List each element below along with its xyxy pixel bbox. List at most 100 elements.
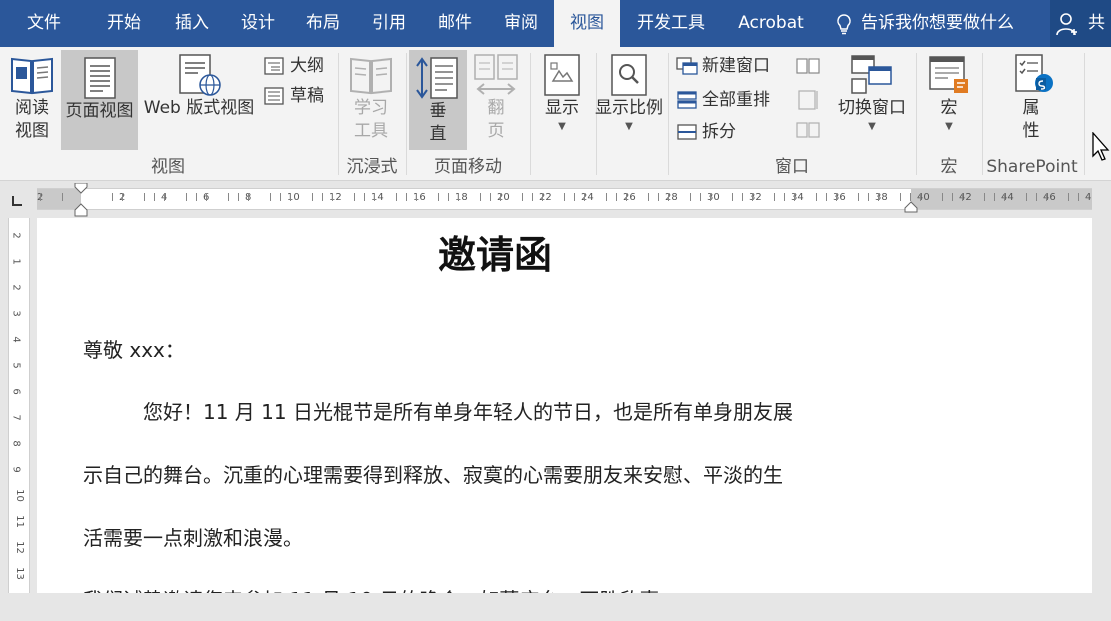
show-button[interactable]: 显示 ▼ xyxy=(534,53,590,153)
ruler-tick-label: 4 xyxy=(10,336,22,343)
ruler-tick-label: 12 xyxy=(13,541,25,554)
vertical-ruler[interactable]: 2 1 2 3 4 5 6 7 8 9 10 11 12 13 xyxy=(8,218,30,593)
tab-file[interactable]: 文件 xyxy=(8,0,80,47)
web-layout-button[interactable]: Web 版式视图 xyxy=(140,53,258,153)
right-indent-marker-icon[interactable] xyxy=(904,201,918,213)
draft-button[interactable]: 草稿 xyxy=(264,83,334,109)
ruler-minor-tick xyxy=(648,193,649,201)
ruler-minor-tick xyxy=(900,193,901,201)
ruler-minor-tick xyxy=(458,193,459,201)
document-title: 邀请函 xyxy=(437,233,552,277)
ruler-minor-tick xyxy=(40,193,41,201)
ruler-minor-tick xyxy=(542,193,543,201)
outline-button[interactable]: 大纲 xyxy=(264,53,334,79)
ruler-minor-tick xyxy=(480,193,481,201)
arrange-all-icon xyxy=(677,91,697,109)
side-to-side-label-1: 翻 xyxy=(487,98,505,118)
tab-developer[interactable]: 开发工具 xyxy=(626,0,716,47)
split-label: 拆分 xyxy=(702,122,736,142)
ruler-minor-tick xyxy=(500,193,501,201)
print-layout-icon xyxy=(83,57,116,99)
outline-icon xyxy=(264,57,284,75)
page-movement-group-label: 页面移动 xyxy=(434,157,502,177)
ruler-minor-tick xyxy=(710,193,711,201)
tell-me-search[interactable]: 告诉我你想要做什么 xyxy=(833,0,1014,47)
ruler-tick-label: 26 xyxy=(623,192,636,203)
print-layout-button[interactable]: 页面视图 xyxy=(61,50,138,150)
window-group-label: 窗口 xyxy=(775,157,809,177)
ruler-minor-tick xyxy=(186,193,187,201)
split-button[interactable]: 拆分 xyxy=(676,119,786,145)
ruler-tick-label: 2 xyxy=(10,284,22,291)
ruler-minor-tick xyxy=(858,193,859,201)
person-add-icon xyxy=(1056,13,1077,36)
ruler-minor-tick xyxy=(312,193,313,201)
vertical-scrollbar[interactable] xyxy=(1092,182,1111,593)
window-side-icons xyxy=(794,57,822,147)
macros-group-label: 宏 xyxy=(940,157,958,177)
ruler-minor-tick xyxy=(416,193,417,201)
sharepoint-properties-icon xyxy=(1015,54,1053,92)
tab-references[interactable]: 引用 xyxy=(357,0,421,47)
ruler-minor-tick xyxy=(984,193,985,201)
tab-design[interactable]: 设计 xyxy=(226,0,290,47)
new-window-label: 新建窗口 xyxy=(702,56,770,76)
tab-selector-icon[interactable] xyxy=(0,182,37,218)
web-layout-label: Web 版式视图 xyxy=(143,98,255,118)
ruler-minor-tick xyxy=(816,193,817,201)
tell-me-text: 告诉我你想要做什么 xyxy=(861,13,1014,33)
read-mode-button[interactable]: 阅读 视图 xyxy=(4,53,60,153)
macros-button[interactable]: 宏 ▼ xyxy=(920,53,978,153)
split-icon xyxy=(677,124,697,140)
ruler-tick-label: 20 xyxy=(497,192,510,203)
share-button[interactable]: 共 xyxy=(1050,0,1111,47)
arrange-all-button[interactable]: 全部重排 xyxy=(676,87,786,113)
ruler-tick-label: 7 xyxy=(10,414,22,421)
ruler-minor-tick xyxy=(1026,193,1027,201)
tab-review[interactable]: 审阅 xyxy=(489,0,553,47)
ruler-tick-label: 38 xyxy=(875,192,888,203)
horizontal-ruler[interactable]: 2246810121416182022242628303234363840424… xyxy=(37,183,1098,217)
views-group-label: 视图 xyxy=(151,157,185,177)
document-page[interactable]: 邀请函 尊敬 xxx： 您好！11 月 11 日光棍节是所有单身年轻人的节日，也… xyxy=(37,218,1092,593)
tab-layout[interactable]: 布局 xyxy=(291,0,355,47)
learning-tools-button[interactable]: 学习 工具 xyxy=(342,53,400,153)
ruler-minor-tick xyxy=(438,193,439,201)
ruler-minor-tick xyxy=(290,193,291,201)
tab-mailings[interactable]: 邮件 xyxy=(423,0,487,47)
chevron-down-icon: ▼ xyxy=(945,121,953,132)
tab-insert[interactable]: 插入 xyxy=(160,0,224,47)
ruler-minor-tick xyxy=(836,193,837,201)
learning-tools-label-1: 学习 xyxy=(354,98,388,118)
ruler-tick-label: 14 xyxy=(371,192,384,203)
ruler-minor-tick xyxy=(742,193,743,201)
ruler-minor-tick xyxy=(164,193,165,201)
properties-button[interactable]: 属 性 xyxy=(1000,53,1062,153)
ruler-minor-tick xyxy=(280,193,281,201)
switch-windows-button[interactable]: 切换窗口 ▼ xyxy=(832,53,912,153)
vertical-button[interactable]: 垂 直 xyxy=(409,50,467,150)
ruler-minor-tick xyxy=(196,193,197,201)
side-to-side-button[interactable]: 翻 页 xyxy=(470,53,522,153)
ruler-minor-tick xyxy=(448,193,449,201)
zoom-label: 显示比例 xyxy=(595,98,663,118)
ruler-minor-tick xyxy=(532,193,533,201)
ruler-tick-label: 44 xyxy=(1001,192,1014,203)
ruler-tick-label: 46 xyxy=(1043,192,1056,203)
ruler-minor-tick xyxy=(144,193,145,201)
tab-home[interactable]: 开始 xyxy=(92,0,156,47)
tab-view[interactable]: 视图 xyxy=(554,0,620,48)
ruler-minor-tick xyxy=(354,193,355,201)
ruler-minor-tick xyxy=(112,193,113,201)
zoom-button[interactable]: 显示比例 ▼ xyxy=(592,53,666,153)
ruler-minor-tick xyxy=(700,193,701,201)
view-side-by-side-icon[interactable] xyxy=(795,57,821,143)
ruler-minor-tick xyxy=(154,193,155,201)
tab-acrobat[interactable]: Acrobat xyxy=(728,0,814,47)
indent-marker-icon[interactable] xyxy=(74,183,88,217)
new-window-button[interactable]: 新建窗口 xyxy=(676,53,786,79)
group-separator xyxy=(530,53,531,175)
chevron-down-icon: ▼ xyxy=(868,121,876,132)
ruler-minor-tick xyxy=(248,193,249,201)
vertical-label-1: 垂 xyxy=(429,101,447,121)
